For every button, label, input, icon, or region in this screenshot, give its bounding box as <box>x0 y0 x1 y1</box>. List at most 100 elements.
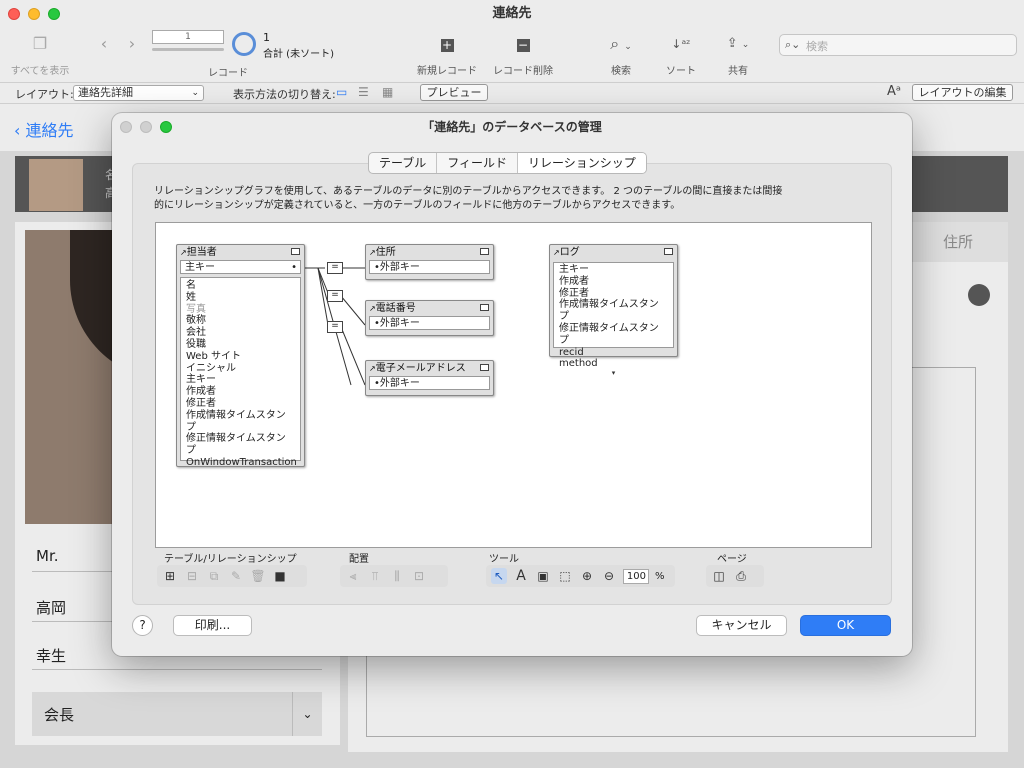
text-tool-icon[interactable]: A <box>513 568 529 584</box>
arrow-icon: ↗ <box>369 364 376 373</box>
share-button[interactable]: ⇪ ⌄ 共有 <box>720 32 756 77</box>
arrow-icon: ↗ <box>369 248 376 257</box>
delete-record-button[interactable]: − レコード削除 <box>488 32 558 77</box>
scroll-down-icon[interactable]: ▾ <box>559 370 668 377</box>
tab-relationships[interactable]: リレーションシップ <box>518 153 646 173</box>
prev-record-button[interactable]: ‹ <box>92 32 116 56</box>
edit-pencil-icon[interactable]: ✎ <box>228 568 244 584</box>
edit-layout-button[interactable]: レイアウトの編集 <box>912 84 1013 101</box>
graph-tools: ↖ A ▣ ⬚ ⊕ ⊖ 100 % <box>486 565 675 587</box>
table-occurrence-address[interactable]: ↗住所 •外部キー <box>365 244 494 280</box>
cancel-button[interactable]: キャンセル <box>696 615 787 636</box>
add-relationship-icon[interactable]: ⊟ <box>184 568 200 584</box>
foreign-key-field: •外部キー <box>369 260 490 274</box>
pointer-arrow-icon[interactable]: ↖ <box>491 568 507 584</box>
collapse-icon[interactable] <box>480 304 489 311</box>
table-name: ログ <box>559 247 580 258</box>
color-swatch-icon[interactable]: ■ <box>272 568 288 584</box>
tab-fields[interactable]: フィールド <box>437 153 519 173</box>
record-count: 1 <box>263 31 270 44</box>
record-pie-icon <box>232 32 256 56</box>
group-label-tools: ツール <box>489 554 519 565</box>
relationship-box-address[interactable]: = <box>327 262 343 274</box>
relationship-box-email[interactable]: = <box>327 321 343 333</box>
add-table-icon[interactable]: ⊞ <box>162 568 178 584</box>
distribute-horizontal-icon[interactable]: ⫼ <box>389 568 405 584</box>
list-view-icon[interactable]: ☰ <box>358 85 369 99</box>
window-controls <box>8 8 60 20</box>
primary-key-field: 主キー • <box>180 260 301 274</box>
select-related-icon[interactable]: ⬚ <box>557 568 573 584</box>
page-tools: ◫ ⎙ <box>706 565 764 587</box>
field-position-select[interactable]: 会長 ⌄ <box>32 692 322 736</box>
zoom-out-icon[interactable]: ⊖ <box>601 568 617 584</box>
plus-icon: + <box>440 38 454 52</box>
arrow-icon: ↗ <box>553 248 560 257</box>
globe-icon[interactable] <box>968 284 990 306</box>
table-occurrence-phone[interactable]: ↗電話番号 •外部キー <box>365 300 494 336</box>
back-link[interactable]: ‹ 連絡先 <box>14 117 74 141</box>
record-label: レコード <box>208 68 248 79</box>
text-format-icon[interactable]: Aᵃ <box>887 84 901 99</box>
show-all-button[interactable]: ❐ すべてを表示 <box>8 32 72 77</box>
sort-icon: ↓ᵃᶻ <box>671 37 691 51</box>
relationship-graph[interactable]: ↗担当者 主キー • 名 姓 写真 敬称 会社 役職 Web サイト イニシャル… <box>155 222 872 548</box>
new-record-button[interactable]: + 新規レコード <box>412 32 482 78</box>
relationship-box-phone[interactable]: = <box>327 290 343 302</box>
magnifier-icon: ⌕ ⌄ <box>610 34 632 53</box>
tab-tables[interactable]: テーブル <box>369 153 438 173</box>
zoom-level-field[interactable]: 100 <box>623 568 649 584</box>
record-number-field[interactable]: 1 <box>152 30 224 44</box>
arrow-icon: ↗ <box>180 248 187 257</box>
toolbar: ❐ すべてを表示 ‹ › 1 1 合計 (未ソート) レコード + 新規レコード… <box>0 26 1024 82</box>
preview-button[interactable]: プレビュー <box>420 84 488 101</box>
next-record-button[interactable]: › <box>120 32 144 56</box>
minimize-window-button[interactable] <box>28 8 40 20</box>
key-dot: • <box>291 262 297 273</box>
duplicate-icon[interactable]: ⧉ <box>206 568 222 584</box>
ok-button[interactable]: OK <box>800 615 891 636</box>
table-occurrence-email[interactable]: ↗電子メールアドレス •外部キー <box>365 360 494 396</box>
zoom-in-icon[interactable]: ⊕ <box>579 568 595 584</box>
help-button[interactable]: ? <box>132 615 153 636</box>
record-status: 合計 (未ソート) <box>263 49 334 60</box>
manage-database-dialog: 「連絡先」のデータベースの管理 テーブル フィールド リレーションシップ リレー… <box>112 113 912 656</box>
collapse-icon[interactable] <box>480 364 489 371</box>
group-label-page: ページ <box>717 554 747 565</box>
foreign-key-field: •外部キー <box>369 316 490 330</box>
record-slider[interactable] <box>152 48 224 51</box>
layout-label: レイアウト: <box>15 88 74 101</box>
page-break-icon[interactable]: ◫ <box>711 568 727 584</box>
note-tool-icon[interactable]: ▣ <box>535 568 551 584</box>
field-list: 主キー 作成者 修正者 作成情報タイムスタンプ 修正情報タイムスタンプ reci… <box>553 262 674 377</box>
group-label-arrange: 配置 <box>349 554 369 565</box>
arrow-icon: ↗ <box>369 304 376 313</box>
resize-icon[interactable]: ⊡ <box>411 568 427 584</box>
collapse-icon[interactable] <box>291 248 300 255</box>
align-top-icon[interactable]: ⫪ <box>367 568 383 584</box>
table-name: 住所 <box>375 247 396 258</box>
table-name: 電話番号 <box>375 303 416 314</box>
zoom-window-button[interactable] <box>48 8 60 20</box>
search-field[interactable]: ⌕⌄ 検索 <box>779 34 1017 56</box>
collapse-icon[interactable] <box>664 248 673 255</box>
zoom-unit: % <box>655 570 665 582</box>
table-occurrence-tantou[interactable]: ↗担当者 主キー • 名 姓 写真 敬称 会社 役職 Web サイト イニシャル… <box>176 244 305 468</box>
view-as-label: 表示方法の切り替え: <box>233 88 336 101</box>
find-button[interactable]: ⌕ ⌄ 検索 <box>598 32 644 77</box>
description: リレーションシップグラフを使用して、あるテーブルのデータに別のテーブルからアクセ… <box>154 186 783 211</box>
table-view-icon[interactable]: ▦ <box>382 85 393 99</box>
print-button[interactable]: 印刷... <box>173 615 252 636</box>
tab-address[interactable]: 住所 <box>908 222 1008 262</box>
form-view-icon[interactable]: ▭ <box>336 85 347 99</box>
dialog-title: 「連絡先」のデータベースの管理 <box>422 120 602 134</box>
collapse-icon[interactable] <box>480 248 489 255</box>
close-window-button[interactable] <box>8 8 20 20</box>
trash-icon[interactable]: 🗑 <box>250 568 266 584</box>
layout-select[interactable]: 連絡先詳細 ⌄ <box>73 85 204 101</box>
page-setup-icon[interactable]: ⎙ <box>733 568 749 584</box>
align-left-icon[interactable]: ⫷ <box>345 568 361 584</box>
group-label-tables: テーブル/リレーションシップ <box>164 554 297 565</box>
table-occurrence-log[interactable]: ↗ログ 主キー 作成者 修正者 作成情報タイムスタンプ 修正情報タイムスタンプ … <box>549 244 678 377</box>
sort-button[interactable]: ↓ᵃᶻ ソート <box>664 32 698 77</box>
